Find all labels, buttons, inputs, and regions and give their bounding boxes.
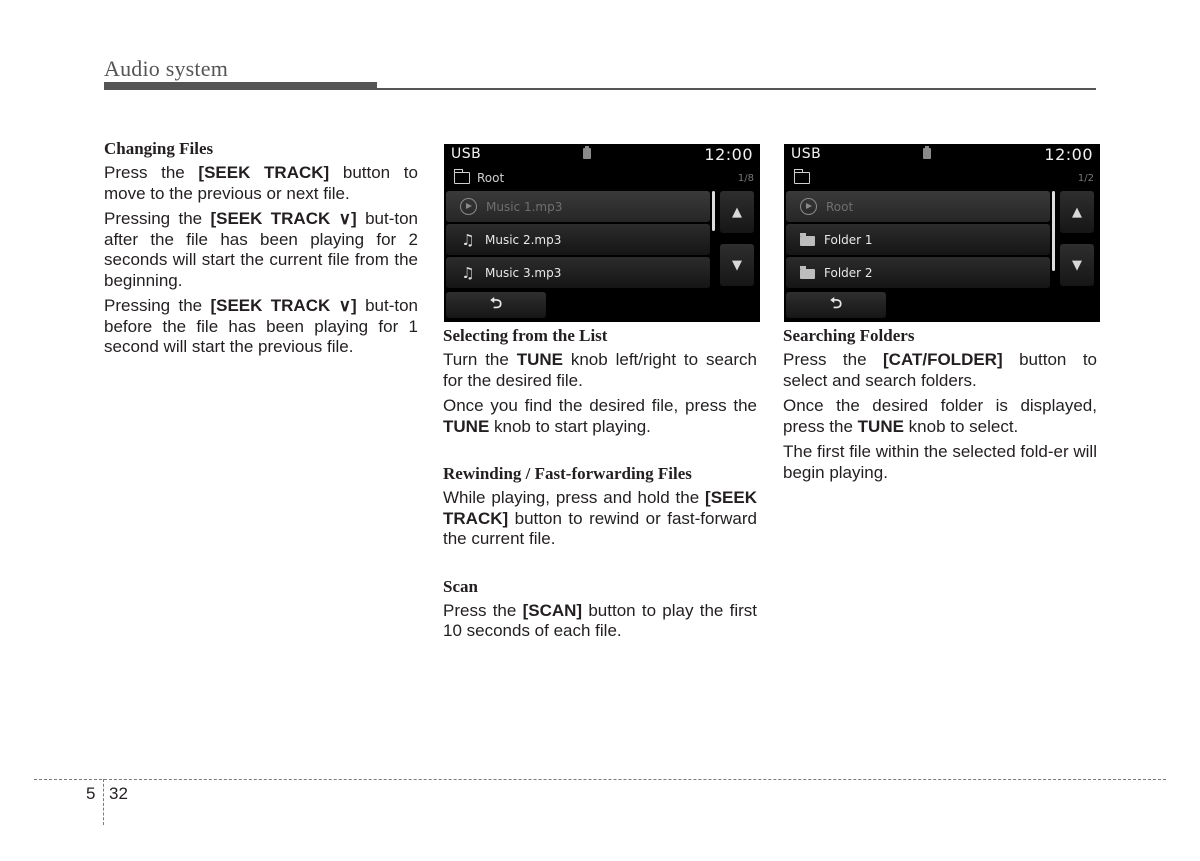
- folder-path: Root: [453, 169, 505, 187]
- header-title: Audio system: [104, 56, 229, 81]
- scroll-down-button[interactable]: ▼: [1060, 244, 1094, 286]
- arrow-down-icon: ▼: [1072, 257, 1082, 273]
- section-heading: Scan: [443, 576, 478, 596]
- item-label: Root: [826, 199, 854, 214]
- arrow-up-icon: ▲: [1072, 204, 1082, 220]
- section-heading: Selecting from the List: [443, 326, 608, 345]
- paragraph: Press the [SEEK TRACK] button to move to…: [104, 163, 418, 203]
- folder-icon: [800, 232, 815, 246]
- file-list: Music 1.mp3 ♫ Music 2.mp3 ♫ Music 3.mp3: [446, 191, 710, 290]
- music-note-icon: ♫: [461, 263, 475, 282]
- list-item[interactable]: Music 1.mp3: [446, 191, 710, 222]
- list-item[interactable]: Folder 2: [786, 257, 1050, 288]
- paragraph: Turn the TUNE knob left/right to search …: [443, 350, 757, 390]
- paragraph: Pressing the [SEEK TRACK ∨] but-ton afte…: [104, 209, 418, 290]
- column-list-instructions: Selecting from the List Turn the TUNE kn…: [443, 326, 757, 647]
- list-item[interactable]: Root: [786, 191, 1050, 222]
- list-item[interactable]: ♫ Music 3.mp3: [446, 257, 710, 288]
- section-heading: Rewinding / Fast-forwarding Files: [443, 464, 692, 483]
- folder-icon: [800, 265, 815, 279]
- scroll-down-button[interactable]: ▼: [720, 244, 754, 286]
- paragraph: The first file within the selected fold-…: [783, 442, 1097, 482]
- list-item[interactable]: ♫ Music 2.mp3: [446, 224, 710, 255]
- item-label: Folder 1: [824, 232, 873, 247]
- item-label: Folder 2: [824, 265, 873, 280]
- footer-rule: [34, 779, 1166, 780]
- folder-list: Root Folder 1 Folder 2: [786, 191, 1050, 290]
- folder-open-icon: [453, 169, 470, 184]
- back-arrow-icon: ⮌: [489, 293, 502, 312]
- item-label: Music 3.mp3: [485, 265, 562, 280]
- usb-icon: [583, 146, 591, 159]
- play-circle-icon: [800, 198, 817, 215]
- chapter-number: 5: [86, 784, 96, 803]
- clock: 12:00: [1044, 145, 1093, 164]
- play-circle-icon: [460, 198, 477, 215]
- paragraph: Pressing the [SEEK TRACK ∨] but-ton befo…: [104, 296, 418, 356]
- music-note-icon: ♫: [461, 230, 475, 249]
- section-heading: Changing Files: [104, 139, 214, 158]
- scrollbar[interactable]: [712, 191, 715, 231]
- paragraph: Press the [CAT/FOLDER] button to select …: [783, 350, 1097, 390]
- footer-divider: [103, 779, 104, 825]
- section-changing-files: Changing Files Press the [SEEK TRACK] bu…: [104, 139, 418, 363]
- source-label: USB: [451, 146, 482, 162]
- item-label: Music 2.mp3: [485, 232, 562, 247]
- header-rule: [377, 88, 1096, 90]
- status-bar: USB 12:00: [444, 144, 760, 166]
- folder-open-icon: [793, 169, 810, 184]
- status-bar: USB 12:00: [784, 144, 1100, 166]
- arrow-down-icon: ▼: [732, 257, 742, 273]
- paragraph: Once the desired folder is displayed, pr…: [783, 396, 1097, 436]
- folder-path: [793, 169, 817, 187]
- back-arrow-icon: ⮌: [829, 293, 842, 312]
- section-heading: Searching Folders: [783, 326, 915, 345]
- path-label: Root: [477, 171, 505, 185]
- section-searching-folders: Searching Folders Press the [CAT/FOLDER]…: [783, 326, 1097, 488]
- back-button[interactable]: ⮌: [786, 292, 886, 318]
- usb-file-list-screen: USB 12:00 Root 1/8 Music 1.mp3 ♫ Music 2…: [444, 144, 760, 322]
- page-number: 32: [109, 784, 128, 803]
- arrow-up-icon: ▲: [732, 204, 742, 220]
- page-count: 1/2: [1077, 173, 1094, 184]
- page-count: 1/8: [737, 173, 754, 184]
- list-item[interactable]: Folder 1: [786, 224, 1050, 255]
- paragraph: While playing, press and hold the [SEEK …: [443, 488, 757, 548]
- paragraph: Once you find the desired file, press th…: [443, 396, 757, 436]
- usb-folder-list-screen: USB 12:00 1/2 Root Folder 1 Folder 2 ▲ ▼…: [784, 144, 1100, 322]
- scroll-up-button[interactable]: ▲: [1060, 191, 1094, 233]
- paragraph: Press the [SCAN] button to play the firs…: [443, 600, 757, 641]
- header-bar: [104, 82, 377, 90]
- back-button[interactable]: ⮌: [446, 292, 546, 318]
- scrollbar[interactable]: [1052, 191, 1055, 271]
- source-label: USB: [791, 146, 822, 162]
- item-label: Music 1.mp3: [486, 199, 563, 214]
- clock: 12:00: [704, 145, 753, 164]
- usb-icon: [923, 146, 931, 159]
- scroll-up-button[interactable]: ▲: [720, 191, 754, 233]
